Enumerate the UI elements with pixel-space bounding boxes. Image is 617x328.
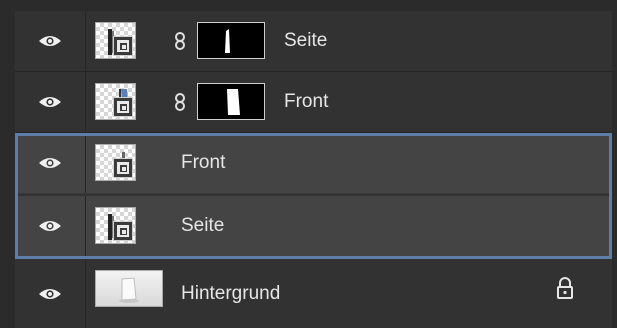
layer-row-front[interactable]: Front: [15, 133, 612, 194]
mask-shape-icon: [225, 29, 230, 53]
eye-icon[interactable]: [38, 219, 62, 233]
visibility-toggle[interactable]: [15, 196, 86, 256]
layer-mask-thumbnail[interactable]: [197, 83, 265, 120]
eye-icon[interactable]: [38, 95, 62, 109]
layer-row-seite[interactable]: Seite: [15, 196, 612, 257]
layer-row-background[interactable]: Hintergrund: [15, 259, 612, 328]
chain-link-icon[interactable]: [172, 32, 188, 50]
layer-thumbnail[interactable]: [95, 207, 136, 244]
layer-name[interactable]: Front: [284, 72, 328, 132]
layer-row-front-masked[interactable]: Front: [15, 72, 612, 133]
visibility-toggle[interactable]: [15, 11, 86, 71]
layer-mask-thumbnail[interactable]: [197, 22, 265, 59]
visibility-toggle[interactable]: [15, 72, 86, 132]
smart-object-badge-icon: [113, 97, 133, 117]
layer-name[interactable]: Seite: [181, 196, 224, 256]
layer-thumbnail[interactable]: [95, 83, 136, 120]
chain-link-icon[interactable]: [172, 93, 188, 111]
visibility-toggle[interactable]: [15, 133, 86, 193]
bag-photo-thumbnail-icon: [119, 277, 139, 303]
eye-icon[interactable]: [38, 287, 62, 301]
layer-row-seite-masked[interactable]: Seite: [15, 11, 612, 72]
smart-object-badge-icon: [113, 36, 133, 56]
layer-name[interactable]: Hintergrund: [181, 259, 280, 328]
mask-shape-icon: [227, 89, 240, 115]
layer-name[interactable]: Seite: [284, 11, 327, 71]
layer-thumbnail[interactable]: [95, 270, 163, 307]
lock-icon[interactable]: [556, 277, 574, 299]
layer-thumbnail[interactable]: [95, 144, 136, 181]
eye-icon[interactable]: [38, 34, 62, 48]
layer-thumbnail[interactable]: [95, 22, 136, 59]
smart-object-badge-icon: [113, 158, 133, 178]
smart-object-badge-icon: [113, 221, 133, 241]
layer-name[interactable]: Front: [181, 133, 225, 193]
visibility-toggle[interactable]: [15, 259, 86, 328]
eye-icon[interactable]: [38, 156, 62, 170]
